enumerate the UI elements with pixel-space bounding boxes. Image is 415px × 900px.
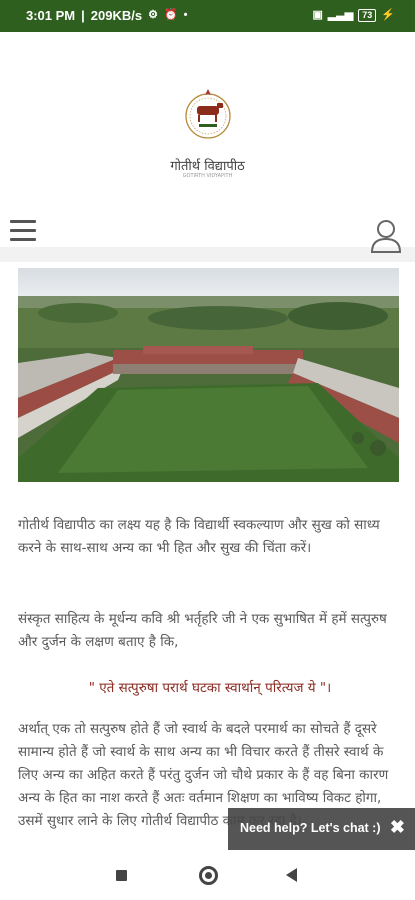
chat-widget[interactable]: Need help? Let's chat :) ✖ <box>228 808 415 850</box>
brand-subtitle: GOTIRTH VIDYAPITH <box>182 173 233 179</box>
hamburger-menu-icon[interactable] <box>10 220 36 242</box>
user-account-icon[interactable] <box>370 218 402 254</box>
alarm-icon: ⏰ <box>163 9 178 21</box>
status-time: 3:01 PM <box>26 8 76 23</box>
status-bar: 3:01 PM | 209KB/s ⚙ ⏰ • ▣ ▂▃▅ 73 ⚡ <box>0 0 415 32</box>
sim-icon: ▣ <box>312 9 323 21</box>
settings-icon: ⚙ <box>148 9 158 21</box>
status-network-speed: 209KB/s <box>90 8 143 23</box>
campus-aerial-photo <box>18 268 399 482</box>
bhartrihari-paragraph: संस्कृत साहित्य के मूर्धन्य कवि श्री भर्… <box>18 611 387 650</box>
brand-name[interactable]: गोतीर्थ विद्यापीठ <box>0 156 415 174</box>
chat-close-icon[interactable]: ✖ <box>390 817 405 838</box>
back-icon[interactable] <box>286 868 297 882</box>
dot-icon: • <box>183 9 188 21</box>
site-header: गोतीर्थ विद्यापीठ GOTIRTH VIDYAPITH <box>0 32 415 253</box>
gotirth-logo-icon[interactable] <box>181 86 235 140</box>
signal-icon: ▂▃▅ <box>327 9 354 21</box>
recent-apps-icon[interactable] <box>116 870 127 881</box>
sanskrit-quote: " एते सत्पुरुषा परार्थ घटका स्वार्थान् प… <box>88 680 332 696</box>
intro-paragraph: गोतीर्थ विद्यापीठ का लक्ष्य यह है कि विद… <box>18 517 380 556</box>
android-nav-bar <box>0 850 415 900</box>
battery-icon: 73 <box>358 9 377 22</box>
home-icon[interactable] <box>199 866 218 885</box>
charging-icon: ⚡ <box>381 9 395 21</box>
main-content: गोतीर्थ विद्यापीठ का लक्ष्य यह है कि विद… <box>0 262 415 850</box>
chat-label[interactable]: Need help? Let's chat :) <box>240 821 381 835</box>
